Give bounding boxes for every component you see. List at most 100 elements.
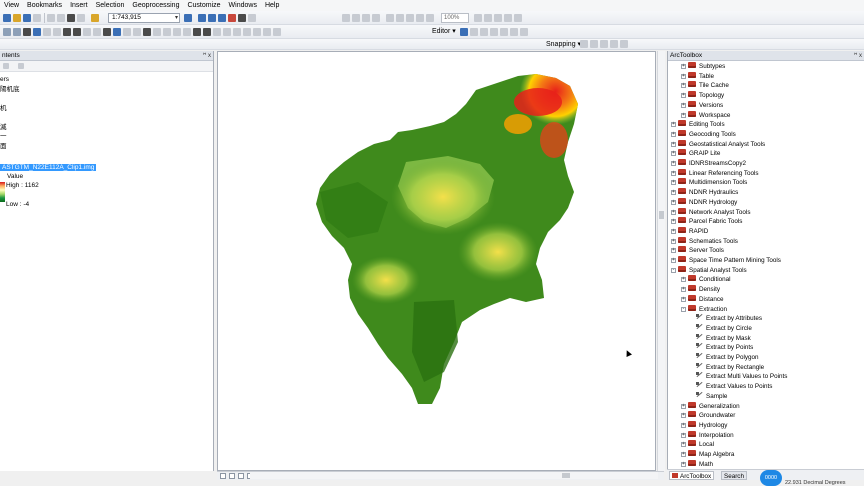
toolbox-item[interactable]: + Geocoding Tools: [671, 129, 736, 140]
collapse-icon[interactable]: -: [671, 267, 676, 273]
print-icon[interactable]: [33, 14, 41, 22]
table-of-contents-icon[interactable]: [198, 14, 206, 22]
map-scale-input[interactable]: 1:743,915 ▾: [108, 13, 180, 23]
layout-back-icon[interactable]: [416, 14, 424, 22]
arctoolbox-icon[interactable]: [228, 14, 236, 22]
pin-close-icon[interactable]: ꟸ x: [854, 51, 862, 61]
tool-item[interactable]: Extract Multi Values to Points: [696, 372, 787, 382]
effects-icon[interactable]: [223, 28, 231, 36]
expand-icon[interactable]: +: [681, 73, 686, 79]
expand-icon[interactable]: +: [681, 442, 686, 448]
expand-icon[interactable]: +: [671, 141, 676, 147]
tool-item[interactable]: Sample: [696, 391, 727, 402]
menu-insert[interactable]: Insert: [66, 0, 92, 11]
edge-snapping-icon[interactable]: [610, 40, 618, 48]
viewer-window-icon[interactable]: [183, 28, 191, 36]
toolbox-item[interactable]: + Generalization: [681, 401, 740, 412]
toolbox-item[interactable]: + Tile Cache: [681, 81, 729, 91]
expand-icon[interactable]: +: [681, 102, 686, 108]
tool-item[interactable]: Extract by Mask: [696, 333, 751, 344]
toolbox-item[interactable]: + Hydrology: [681, 420, 727, 431]
layout-options-icon[interactable]: [514, 14, 522, 22]
time-slider-icon[interactable]: [173, 28, 181, 36]
model-builder-icon[interactable]: [248, 14, 256, 22]
expand-icon[interactable]: +: [681, 461, 686, 467]
undo-icon[interactable]: [67, 14, 75, 22]
toggle-draft-icon[interactable]: [474, 14, 482, 22]
pin-close-icon[interactable]: ꟸ x: [203, 51, 211, 61]
tool-item[interactable]: Extract by Points: [696, 343, 753, 353]
python-icon[interactable]: [238, 14, 246, 22]
toolbox-item[interactable]: + NDNR Hydrology: [671, 197, 737, 208]
selected-raster-layer[interactable]: ASTGTM_N22E112A_Clip1.img: [0, 164, 97, 171]
menu-windows[interactable]: Windows: [225, 0, 261, 11]
cut-icon[interactable]: [47, 14, 55, 22]
scroll-thumb[interactable]: [562, 473, 570, 478]
toolbox-item[interactable]: + IDNRStreamsCopy2: [671, 159, 746, 169]
expand-icon[interactable]: +: [681, 83, 686, 89]
focus-data-frame-icon[interactable]: [484, 14, 492, 22]
identify-icon[interactable]: [113, 28, 121, 36]
layers-group[interactable]: ers: [0, 75, 9, 84]
layout-zoom-in-icon[interactable]: [342, 14, 350, 22]
rotate-icon[interactable]: [520, 28, 528, 36]
toolbox-item[interactable]: + Math: [681, 459, 713, 469]
toc-layer-row[interactable]: 面: [0, 142, 7, 151]
tool-item[interactable]: Extract by Attributes: [696, 314, 762, 324]
toc-layer-row[interactable]: 机: [0, 104, 7, 113]
toolbox-item[interactable]: + Versions: [681, 100, 723, 111]
vertex-snapping-icon[interactable]: [600, 40, 608, 48]
expand-icon[interactable]: +: [681, 277, 686, 283]
edit-tool-icon[interactable]: [460, 28, 468, 36]
toolbox-item[interactable]: - Extraction: [681, 304, 727, 315]
fixed-zoom-out-icon[interactable]: [53, 28, 61, 36]
editor-menu[interactable]: Editor ▾: [432, 27, 456, 37]
layout-view-icon[interactable]: [229, 473, 235, 479]
toolbox-item[interactable]: + Map Algebra: [681, 450, 734, 460]
toc-layer-row[interactable]: 滅: [0, 123, 7, 132]
add-data-icon[interactable]: [91, 14, 99, 22]
expand-icon[interactable]: +: [671, 190, 676, 196]
toolbox-item[interactable]: + Interpolation: [681, 430, 734, 441]
expand-icon[interactable]: +: [671, 209, 676, 215]
zoom-100-icon[interactable]: [386, 14, 394, 22]
layout-fixed-zoom-out-icon[interactable]: [406, 14, 414, 22]
toolbox-item[interactable]: + Parcel Fabric Tools: [671, 217, 742, 227]
toolbox-item[interactable]: + Topology: [681, 91, 724, 101]
find-icon[interactable]: [143, 28, 151, 36]
toolbar-options-icon[interactable]: [273, 28, 281, 36]
measure-icon[interactable]: [133, 28, 141, 36]
toolbox-item[interactable]: + RAPID: [671, 226, 708, 237]
tab-arctoolbox[interactable]: ArcToolbox: [669, 471, 715, 480]
scroll-thumb[interactable]: [659, 211, 664, 219]
tool-item[interactable]: Extract by Polygon: [696, 353, 759, 363]
tool-item[interactable]: Extract by Circle: [696, 323, 752, 334]
copy-icon[interactable]: [57, 14, 65, 22]
expand-icon[interactable]: +: [681, 64, 686, 69]
expand-icon[interactable]: +: [671, 180, 676, 186]
split-tool-icon[interactable]: [510, 28, 518, 36]
tab-search[interactable]: Search: [721, 471, 747, 480]
change-layout-icon[interactable]: [494, 14, 502, 22]
trace-icon[interactable]: [500, 28, 508, 36]
expand-icon[interactable]: +: [681, 432, 686, 438]
back-extent-icon[interactable]: [63, 28, 71, 36]
expand-icon[interactable]: +: [671, 238, 676, 244]
full-extent-icon[interactable]: [33, 28, 41, 36]
zoom-in-icon[interactable]: [3, 28, 11, 36]
swipe-icon[interactable]: [213, 28, 221, 36]
toolbox-item[interactable]: + Schematics Tools: [671, 236, 738, 247]
toolbox-item[interactable]: + Editing Tools: [671, 120, 725, 130]
tool-item[interactable]: Extract by Rectangle: [696, 362, 764, 373]
catalog-icon[interactable]: [208, 14, 216, 22]
toolbox-item[interactable]: + Multidimension Tools: [671, 178, 747, 188]
toolbox-item[interactable]: + Density: [681, 285, 720, 295]
end-snapping-icon[interactable]: [590, 40, 598, 48]
expand-icon[interactable]: +: [681, 413, 686, 419]
list-by-source-icon[interactable]: [18, 63, 24, 69]
binoculars-icon[interactable]: [203, 28, 211, 36]
toolbox-item[interactable]: + GRAIP Lite: [671, 149, 720, 159]
toolbox-item[interactable]: + Table: [681, 71, 714, 82]
expand-icon[interactable]: +: [671, 258, 676, 263]
hyperlink-icon[interactable]: [193, 28, 201, 36]
